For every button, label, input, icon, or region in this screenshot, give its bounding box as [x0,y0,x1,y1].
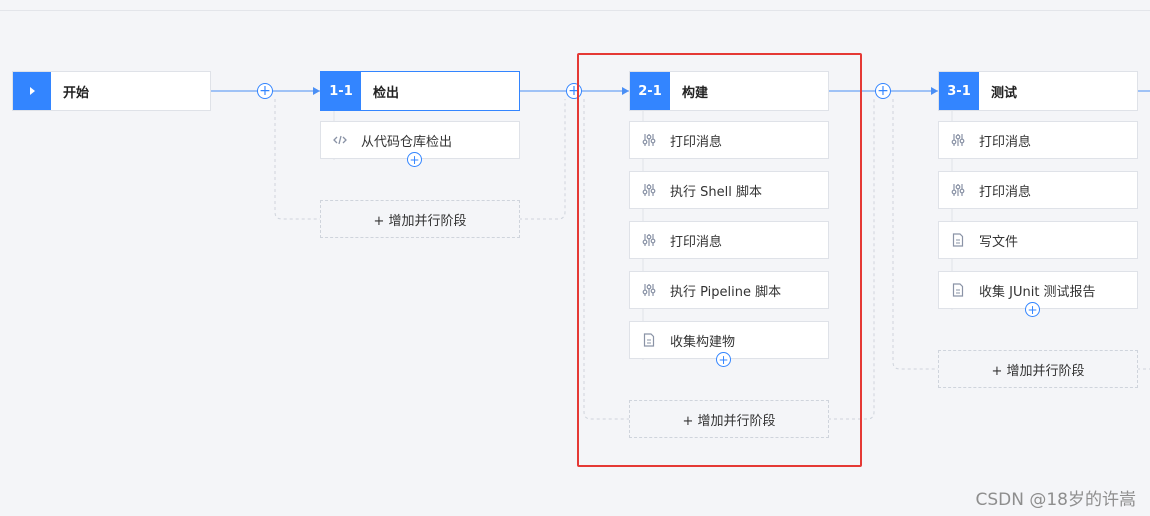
task-item[interactable]: 打印消息 [938,171,1138,209]
file-icon [949,233,967,247]
start-node[interactable]: 开始 [12,71,211,111]
task-label: 打印消息 [979,184,1032,200]
start-label: 开始 [63,85,90,101]
add-stage-button[interactable]: + [875,83,891,99]
highlight-box [577,53,862,467]
play-icon [13,72,51,110]
stage-header-3-1[interactable]: 3-1 测试 [938,71,1138,111]
task-item[interactable]: 写文件 [938,221,1138,259]
add-parallel-stage-button[interactable]: + 增加并行阶段 [320,200,520,238]
sliders-icon [949,183,967,197]
add-stage-button[interactable]: + [257,83,273,99]
sliders-icon [949,133,967,147]
add-parallel-stage-button[interactable]: + 增加并行阶段 [938,350,1138,388]
task-label: 打印消息 [979,134,1032,150]
task-label: 从代码仓库检出 [361,134,453,150]
task-item[interactable]: 收集 JUnit 测试报告 [938,271,1138,309]
watermark: CSDN @18岁的许嵩 [975,490,1136,510]
stage-badge: 3-1 [939,72,979,110]
stage-title: 检出 [373,85,400,101]
stage-title: 测试 [991,85,1018,101]
task-label: 收集 JUnit 测试报告 [979,284,1096,300]
stage-badge: 1-1 [321,72,361,110]
stage-header-1-1[interactable]: 1-1 检出 [320,71,520,111]
task-item[interactable]: 从代码仓库检出 [320,121,520,159]
add-task-button[interactable]: + [1025,302,1040,317]
task-item[interactable]: 打印消息 [938,121,1138,159]
code-icon [331,135,349,145]
add-task-button[interactable]: + [407,152,422,167]
file-icon [949,283,967,297]
task-label: 写文件 [979,234,1019,250]
